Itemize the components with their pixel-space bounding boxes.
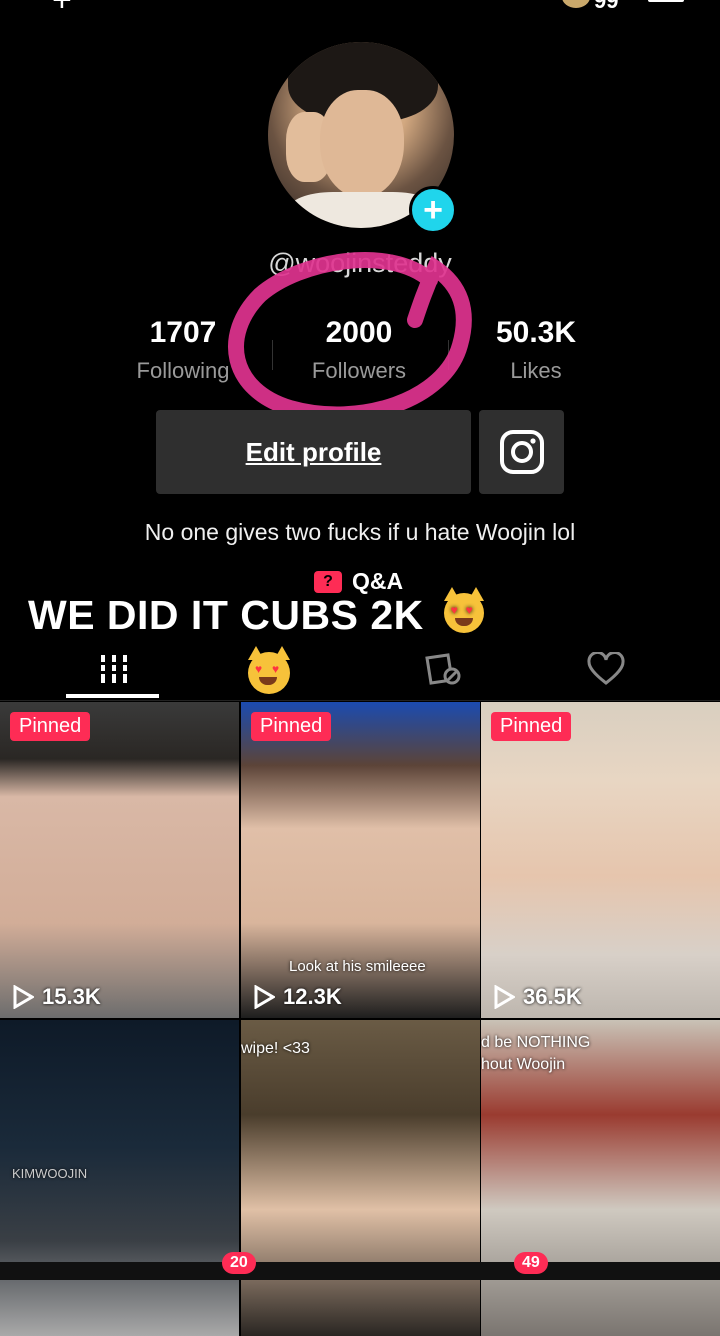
qa-icon: ? — [314, 570, 342, 593]
add-account-icon[interactable]: + — [52, 0, 72, 17]
heart-icon — [587, 652, 625, 685]
video-thumbnail[interactable]: d be NOTHING hout Woojin — [481, 1020, 720, 1336]
bottom-nav: 20 49 — [0, 1252, 720, 1280]
coin-count: 99 — [594, 0, 619, 13]
video-overlay-text: wipe! <33 — [241, 1040, 310, 1057]
play-icon — [254, 985, 275, 1009]
view-count: 12.3K — [253, 984, 342, 1010]
view-count: 15.3K — [12, 984, 101, 1010]
tab-videos[interactable] — [24, 638, 204, 700]
menu-icon[interactable] — [648, 0, 684, 2]
view-count-text: 12.3K — [283, 984, 342, 1009]
view-count: 36.5K — [493, 984, 582, 1010]
inbox-badge: 49 — [514, 1252, 548, 1274]
notification-badge: 20 — [222, 1252, 256, 1274]
grid-icon — [98, 655, 130, 683]
profile-tabs — [0, 638, 720, 701]
coin-avatar-icon[interactable] — [562, 0, 590, 8]
view-count-text: 15.3K — [42, 984, 101, 1009]
qa-label: Q&A — [352, 568, 404, 594]
play-icon — [494, 985, 515, 1009]
tagged-icon — [425, 653, 461, 685]
video-thumbnail[interactable]: KIMWOOJIN — [0, 1020, 239, 1336]
video-thumbnail[interactable]: Pinned Look at his smileeee 12.3K — [241, 702, 480, 1018]
view-count-text: 36.5K — [523, 984, 582, 1009]
heart-eyes-cat-icon: ♥ ♥ — [443, 587, 484, 633]
pinned-badge: Pinned — [251, 712, 332, 741]
add-avatar-icon[interactable]: + — [409, 186, 457, 234]
video-thumbnail[interactable]: Pinned 15.3K — [0, 702, 239, 1018]
instagram-icon — [499, 430, 544, 474]
heart-eyes-cat-sticker: ♥ ♥ — [248, 646, 290, 695]
video-overlay-text: KIMWOOJIN — [12, 1166, 88, 1181]
pinned-badge: Pinned — [491, 712, 572, 741]
video-overlay-text: d be NOTHING hout Woojin — [481, 1034, 591, 1073]
edit-profile-button[interactable]: Edit profile — [156, 410, 471, 494]
tab-tagged[interactable] — [353, 638, 533, 700]
profile-bio: No one gives two fucks if u hate Woojin … — [144, 519, 576, 545]
video-thumbnail[interactable]: wipe! <33 — [241, 1020, 480, 1336]
play-icon — [13, 985, 34, 1009]
tab-liked[interactable] — [516, 638, 696, 700]
pinned-badge: Pinned — [10, 712, 91, 741]
video-caption: WE DID IT CUBS 2K ♥ ♥ — [28, 587, 484, 639]
instagram-button[interactable] — [479, 410, 564, 494]
active-tab-indicator — [66, 694, 159, 698]
video-thumbnail[interactable]: Pinned 36.5K — [481, 702, 720, 1018]
qa-link[interactable]: ? Q&A — [314, 568, 403, 595]
circle-annotation — [228, 252, 472, 420]
video-overlay-text: Look at his smileeee — [289, 958, 426, 975]
caption-text: WE DID IT CUBS 2K — [28, 592, 424, 638]
